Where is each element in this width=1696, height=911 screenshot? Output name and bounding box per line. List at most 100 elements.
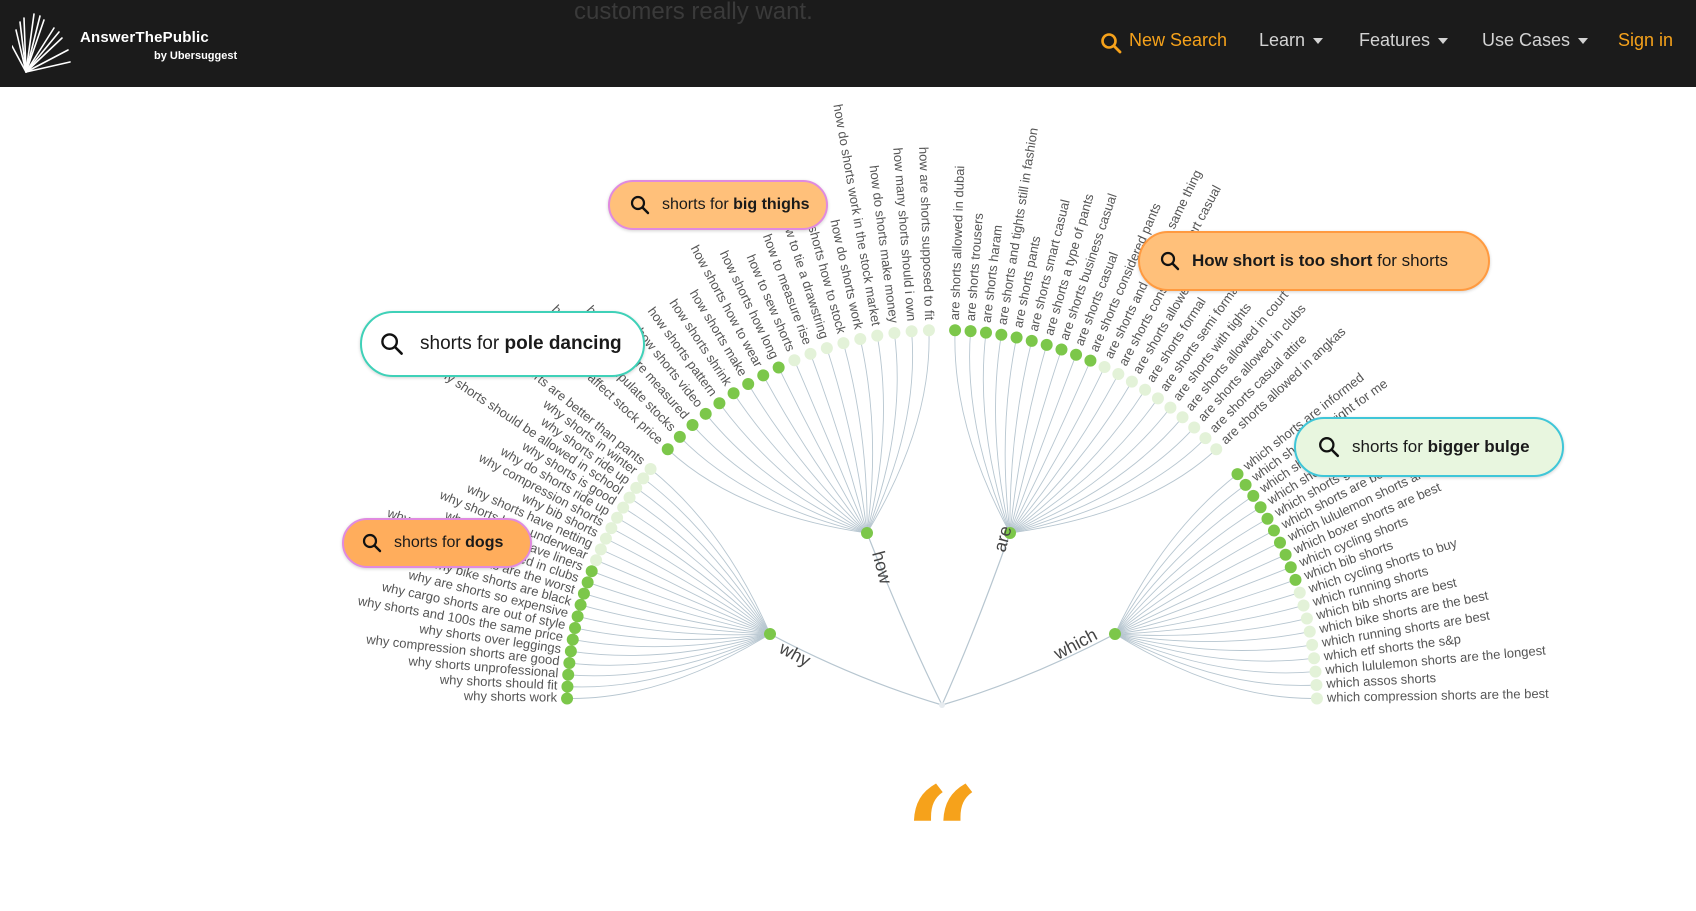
suggestion-dot[interactable] xyxy=(1300,612,1313,625)
suggestion-dot[interactable] xyxy=(1254,501,1267,514)
suggestion-dot[interactable] xyxy=(1310,679,1323,692)
suggestion-dot[interactable] xyxy=(1070,348,1083,361)
suggestion-text[interactable]: how are shorts supposed to fit xyxy=(916,147,937,321)
suggestion-dot[interactable] xyxy=(571,610,584,623)
suggestion-dot[interactable] xyxy=(837,337,850,350)
center-dot xyxy=(939,702,945,708)
branch-line xyxy=(954,330,1011,534)
suggestion-dot[interactable] xyxy=(742,377,755,390)
suggestion-dot[interactable] xyxy=(772,361,785,374)
suggestion-pill-dogs[interactable]: shorts for dogs xyxy=(342,518,532,568)
suggestion-dot[interactable] xyxy=(561,692,574,705)
suggestion-dot[interactable] xyxy=(1308,652,1321,665)
suggestion-dot[interactable] xyxy=(1210,443,1223,456)
suggestion-dot[interactable] xyxy=(581,576,594,589)
suggestion-dot[interactable] xyxy=(949,324,962,337)
suggestion-dot[interactable] xyxy=(1261,512,1274,525)
branch-line xyxy=(866,335,884,534)
suggestion-pill-big-thighs[interactable]: shorts for big thighs xyxy=(608,180,828,230)
suggestion-dot[interactable] xyxy=(1098,361,1111,374)
suggestion-dot[interactable] xyxy=(617,501,630,514)
suggestion-dot[interactable] xyxy=(1303,625,1316,638)
suggestion-dot[interactable] xyxy=(1309,665,1322,678)
suggestion-dot[interactable] xyxy=(820,342,833,355)
suggestion-dot[interactable] xyxy=(888,327,901,340)
suggestion-dot[interactable] xyxy=(1231,468,1244,481)
suggestion-dot[interactable] xyxy=(574,598,587,611)
suggestion-dot[interactable] xyxy=(1267,524,1280,537)
suggestion-dot[interactable] xyxy=(630,481,643,494)
suggestion-dot[interactable] xyxy=(1139,383,1152,396)
suggestion-dot[interactable] xyxy=(562,668,575,681)
suggestion-dot[interactable] xyxy=(1025,334,1038,347)
brand-logo[interactable]: AnswerThePublic by Ubersuggest xyxy=(12,12,272,76)
suggestion-dot[interactable] xyxy=(563,657,576,670)
suggestion-dot[interactable] xyxy=(1151,392,1164,405)
suggestion-dot[interactable] xyxy=(1164,401,1177,414)
suggestion-dot[interactable] xyxy=(1310,692,1323,705)
suggestion-dot[interactable] xyxy=(854,333,867,346)
pill-keyword: How short is too short xyxy=(1192,251,1373,270)
suggestion-dot[interactable] xyxy=(757,369,770,382)
suggestion-pill-pole-dancing[interactable]: shorts for pole dancing xyxy=(360,311,645,377)
suggestion-dot[interactable] xyxy=(905,325,918,338)
suggestion-dot[interactable] xyxy=(599,532,612,545)
suggestion-dot[interactable] xyxy=(1176,411,1189,424)
suggestion-dot[interactable] xyxy=(569,621,582,634)
suggestion-dot[interactable] xyxy=(804,347,817,360)
suggestion-dot[interactable] xyxy=(713,397,726,410)
suggestion-dot[interactable] xyxy=(788,354,801,367)
suggestion-dot[interactable] xyxy=(1188,421,1201,434)
suggestion-dot[interactable] xyxy=(564,645,577,658)
suggestion-pill-too-short[interactable]: How short is too short for shorts xyxy=(1138,231,1490,291)
suggestion-dot[interactable] xyxy=(561,680,574,693)
suggestion-dot[interactable] xyxy=(995,328,1008,341)
new-search-link[interactable]: New Search xyxy=(1100,30,1227,54)
suggestion-dot[interactable] xyxy=(922,324,935,337)
nav-features[interactable]: Features xyxy=(1359,30,1449,51)
branch-line xyxy=(1009,417,1183,534)
suggestion-dot[interactable] xyxy=(871,329,884,342)
nav-use-cases[interactable]: Use Cases xyxy=(1482,30,1589,51)
sign-in-link[interactable]: Sign in xyxy=(1618,30,1673,51)
branch-line xyxy=(1114,633,1316,674)
suggestion-dot[interactable] xyxy=(594,543,607,556)
suggestion-dot[interactable] xyxy=(1293,586,1306,599)
suggestion-dot[interactable] xyxy=(1284,561,1297,574)
suggestion-dot[interactable] xyxy=(1125,375,1138,388)
suggestion-dot[interactable] xyxy=(1040,338,1053,351)
suggestion-dot[interactable] xyxy=(1247,489,1260,502)
suggestion-text[interactable]: which compression shorts are the best xyxy=(1326,686,1549,705)
suggestion-dot[interactable] xyxy=(623,491,636,504)
suggestion-dot[interactable] xyxy=(1279,548,1292,561)
suggestion-dot[interactable] xyxy=(605,522,618,535)
suggestion-dot[interactable] xyxy=(585,565,598,578)
suggestion-pill-bigger-bulge[interactable]: shorts for bigger bulge xyxy=(1294,417,1564,477)
branch-line xyxy=(569,633,771,666)
suggestion-dot[interactable] xyxy=(673,430,686,443)
suggestion-dot[interactable] xyxy=(1084,354,1097,367)
suggestion-dot[interactable] xyxy=(1112,368,1125,381)
branch-line xyxy=(1114,506,1261,635)
suggestion-dot[interactable] xyxy=(661,443,674,456)
suggestion-dot[interactable] xyxy=(1306,638,1319,651)
suggestion-dot[interactable] xyxy=(1289,573,1302,586)
suggestion-dot[interactable] xyxy=(1199,432,1212,445)
suggestion-dot[interactable] xyxy=(566,633,579,646)
suggestion-dot[interactable] xyxy=(1055,343,1068,356)
suggestion-dot[interactable] xyxy=(1239,478,1252,491)
suggestion-dot[interactable] xyxy=(1273,536,1286,549)
suggestion-dot[interactable] xyxy=(577,587,590,600)
suggestion-dot[interactable] xyxy=(699,407,712,420)
nav-learn[interactable]: Learn xyxy=(1259,30,1324,51)
suggestion-dot[interactable] xyxy=(686,419,699,432)
suggestion-dot[interactable] xyxy=(644,463,657,476)
suggestion-dot[interactable] xyxy=(590,554,603,567)
branch-line xyxy=(1114,566,1291,635)
suggestion-dot[interactable] xyxy=(979,326,992,339)
suggestion-dot[interactable] xyxy=(611,511,624,524)
suggestion-dot[interactable] xyxy=(1010,331,1023,344)
suggestion-dot[interactable] xyxy=(727,387,740,400)
suggestion-dot[interactable] xyxy=(964,325,977,338)
suggestion-dot[interactable] xyxy=(1297,599,1310,612)
